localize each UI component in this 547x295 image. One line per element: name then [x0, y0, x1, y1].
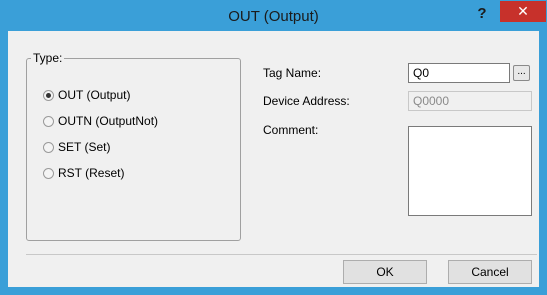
radio-outn[interactable]: OUTN (OutputNot): [43, 112, 158, 130]
dialog-title: OUT (Output): [228, 8, 319, 25]
browse-button[interactable]: ...: [513, 65, 530, 81]
type-group: Type: OUT (Output) OUTN (OutputNot) SET …: [26, 51, 241, 241]
radio-rst-button[interactable]: [43, 167, 54, 179]
radio-out-label: OUT (Output): [58, 88, 131, 102]
cancel-button[interactable]: Cancel: [448, 260, 532, 284]
radio-outn-button[interactable]: [43, 115, 54, 127]
footer-separator: [26, 254, 537, 255]
device-address-label: Device Address:: [263, 94, 350, 108]
ok-button[interactable]: OK: [343, 260, 427, 284]
title-bar[interactable]: OUT (Output) ? ✕: [1, 1, 546, 31]
radio-set-label: SET (Set): [58, 140, 111, 154]
device-address-input: Q0000: [408, 91, 532, 111]
comment-label: Comment:: [263, 123, 319, 137]
dialog-window: OUT (Output) ? ✕ Type: OUT (Output) OUTN…: [0, 0, 547, 295]
radio-set[interactable]: SET (Set): [43, 138, 110, 156]
close-button[interactable]: ✕: [500, 1, 546, 22]
radio-out-button[interactable]: [43, 89, 54, 101]
dialog-body: Type: OUT (Output) OUTN (OutputNot) SET …: [8, 31, 539, 287]
comment-textarea[interactable]: [408, 126, 532, 216]
tag-name-input[interactable]: Q0: [408, 63, 510, 83]
radio-out[interactable]: OUT (Output): [43, 86, 130, 104]
tag-name-label: Tag Name:: [263, 66, 322, 80]
radio-set-button[interactable]: [43, 141, 54, 153]
radio-rst-label: RST (Reset): [58, 166, 125, 180]
help-button[interactable]: ?: [469, 3, 495, 25]
radio-rst[interactable]: RST (Reset): [43, 164, 124, 182]
radio-outn-label: OUTN (OutputNot): [58, 114, 159, 128]
type-group-legend: Type:: [33, 51, 63, 65]
